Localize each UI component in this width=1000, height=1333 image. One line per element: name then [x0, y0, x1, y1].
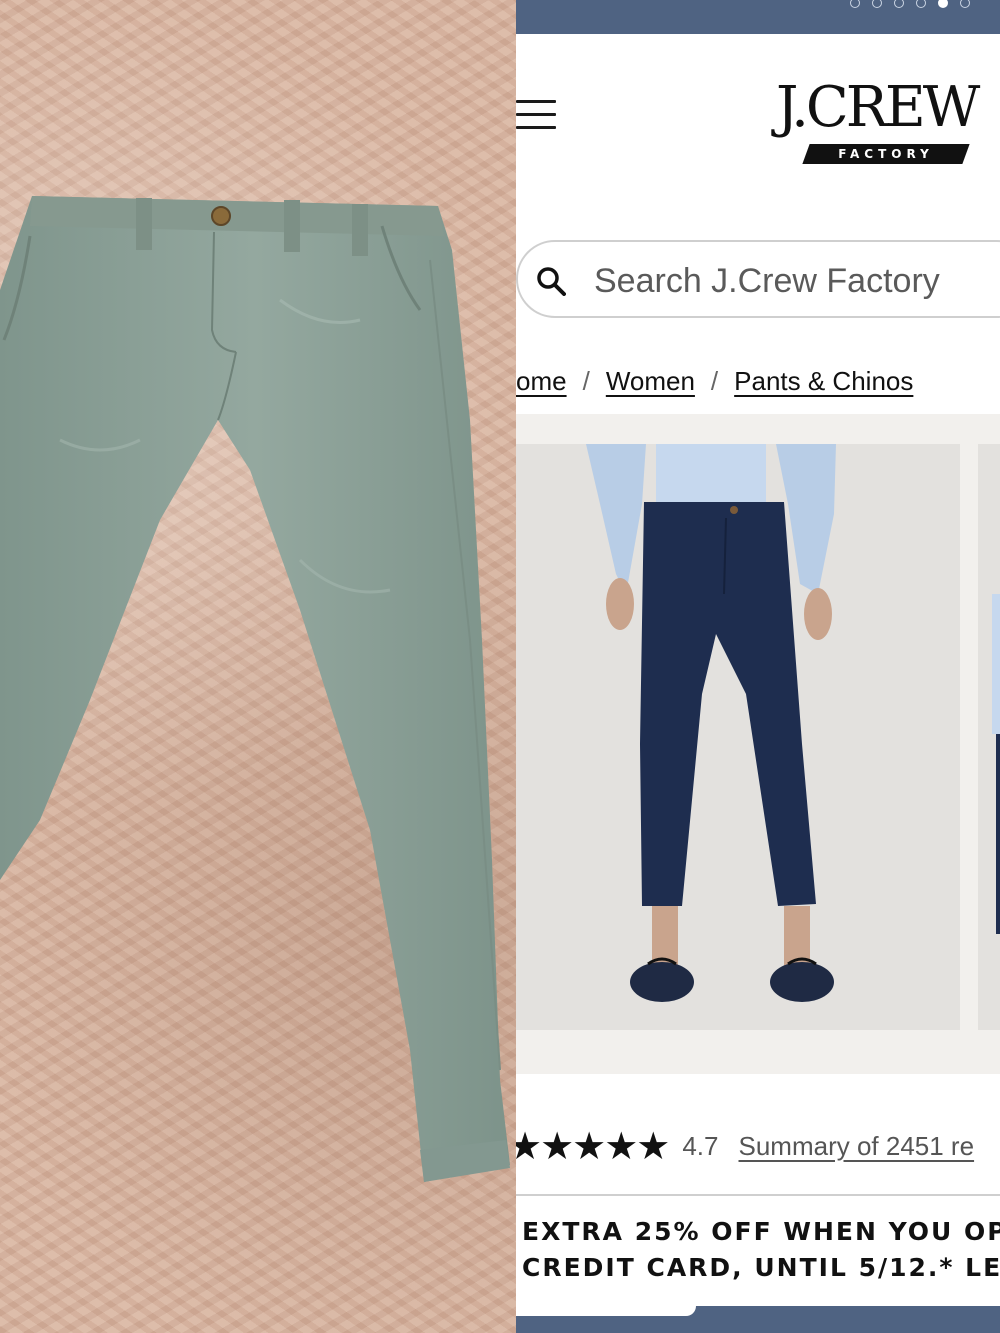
breadcrumb-home[interactable]: ome	[516, 366, 567, 396]
breadcrumb-separator: /	[582, 366, 590, 396]
menu-icon[interactable]	[516, 100, 558, 136]
page-dot-active	[938, 0, 948, 8]
belt-loop	[136, 198, 152, 250]
jcrew-factory-logo[interactable]: J.CREW FACTORY	[776, 78, 1000, 168]
search-bar[interactable]	[516, 240, 1000, 318]
breadcrumb-separator: /	[710, 366, 719, 396]
phone-screenshot: J.CREW FACTORY ome / Women / Pants & Chinos	[516, 0, 1000, 1333]
product-rating: ★★★★★ 4.7 Summary of 2451 re	[516, 1124, 974, 1168]
promo-line-1: EXTRA 25% OFF WHEN YOU OPEN	[522, 1217, 1000, 1246]
model-illustration	[586, 444, 836, 1002]
belt-loop	[352, 204, 368, 256]
product-gallery[interactable]	[516, 414, 1000, 1074]
pants-shape	[0, 196, 510, 1182]
page-dot	[916, 0, 926, 8]
search-input[interactable]	[592, 256, 1000, 306]
rating-value: 4.7	[682, 1130, 719, 1161]
promo-line-2: CREDIT CARD, UNTIL 5/12.* LEARN	[522, 1253, 1000, 1282]
bottom-bar	[516, 1306, 1000, 1333]
promo-banner[interactable]: EXTRA 25% OFF WHEN YOU OPEN CREDIT CARD,…	[516, 1194, 1000, 1296]
reviews-summary-link[interactable]: Summary of 2451 re	[739, 1131, 975, 1162]
promo-text: EXTRA 25% OFF WHEN YOU OPEN CREDIT CARD,…	[522, 1214, 1000, 1286]
page-dot	[872, 0, 882, 8]
logo-text: J.CREW	[776, 75, 980, 140]
breadcrumb: ome / Women / Pants & Chinos	[516, 366, 913, 397]
breadcrumb-pants-chinos[interactable]: Pants & Chinos	[734, 366, 913, 396]
pants-photo	[0, 0, 516, 1333]
page-dots	[850, 0, 970, 8]
product-image[interactable]	[516, 444, 960, 1030]
rating-stars-icon: ★★★★★	[516, 1124, 670, 1168]
page-dot	[894, 0, 904, 8]
pants-button-icon	[211, 206, 231, 226]
breadcrumb-women[interactable]: Women	[606, 366, 695, 396]
logo-subtext: FACTORY	[838, 147, 934, 161]
page-dot	[960, 0, 970, 8]
product-image-next[interactable]	[978, 444, 1000, 1030]
page-dot	[850, 0, 860, 8]
home-indicator	[516, 1306, 696, 1316]
search-icon[interactable]	[536, 266, 566, 296]
belt-loop	[284, 200, 300, 252]
pants-illustration	[0, 196, 510, 1182]
status-bar	[516, 0, 1000, 34]
